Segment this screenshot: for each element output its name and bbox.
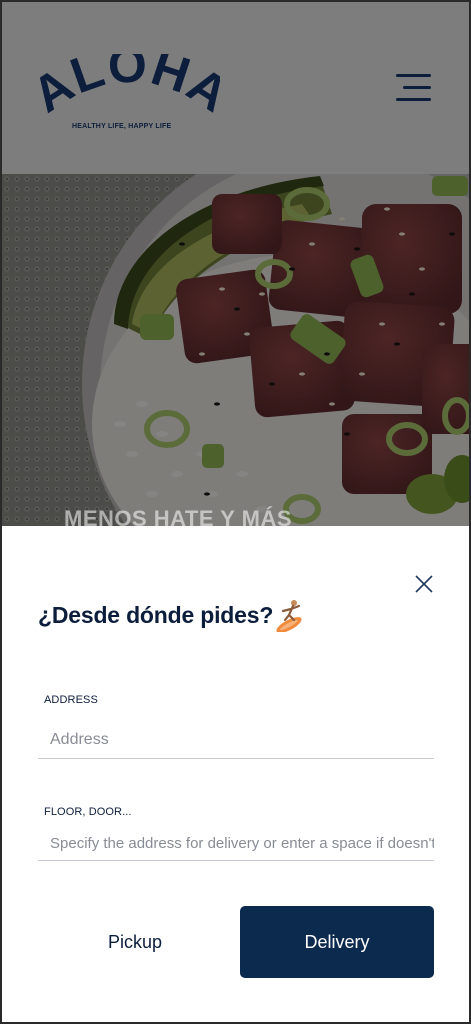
tagline: HEALTHY LIFE, HAPPY LIFE [72,123,172,130]
delivery-button[interactable]: Delivery [240,906,434,978]
hamburger-icon[interactable] [396,74,431,102]
app-frame: ALOHA HEALTHY LIFE, HAPPY LIFE [0,0,471,1024]
close-icon[interactable] [412,572,436,596]
pickup-button[interactable]: Pickup [38,906,232,978]
location-modal: ¿Desde dónde pides? ADDRESS FLOOR, DOOR.… [2,526,469,1022]
address-input[interactable] [38,722,434,759]
logo-text: ALOHA [38,54,220,123]
poke-bowl-illustration [2,174,469,526]
hero-image: MENOS HATE Y MÁS [2,174,469,526]
modal-title: ¿Desde dónde pides? [38,601,274,628]
address-label: ADDRESS [44,694,98,706]
surfer-icon [276,600,302,632]
floor-door-label: FLOOR, DOOR... [44,806,132,818]
modal-title-row: ¿Desde dónde pides? [38,598,305,632]
hero-caption: MENOS HATE Y MÁS [64,506,293,526]
aloha-logo[interactable]: ALOHA [38,54,220,144]
floor-door-input[interactable] [38,826,434,861]
svg-text:ALOHA: ALOHA [38,54,220,123]
logo-wordmark: ALOHA [38,54,220,123]
site-header: ALOHA HEALTHY LIFE, HAPPY LIFE [2,2,469,174]
